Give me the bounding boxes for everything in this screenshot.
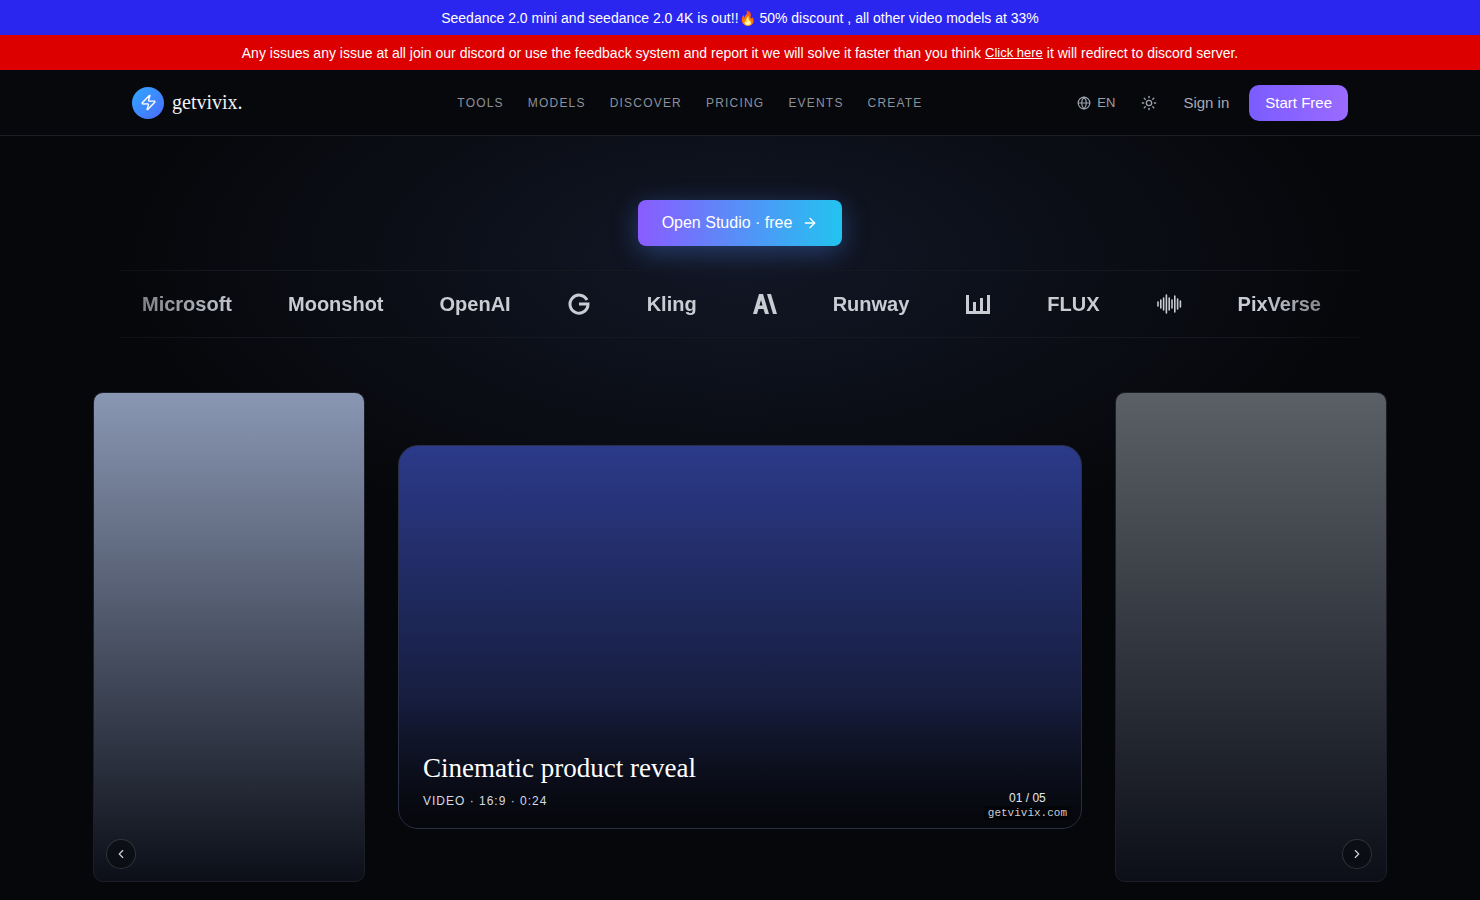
page: Seedance 2.0 mini and seedance 2.0 4K is… bbox=[0, 0, 1480, 900]
start-free-button[interactable]: Start Free bbox=[1249, 85, 1348, 121]
sign-in-link[interactable]: Sign in bbox=[1183, 94, 1229, 111]
previous-button[interactable] bbox=[106, 839, 136, 869]
google-logo-icon bbox=[567, 292, 591, 316]
partner-wordmark: Microsoft bbox=[142, 293, 232, 316]
nav-link[interactable]: CREATE bbox=[868, 96, 923, 110]
navbar: getvivix. TOOLS MODELS DISCOVER PRICING EVENT… bbox=[0, 70, 1480, 136]
globe-icon bbox=[1077, 96, 1091, 110]
bolt-icon bbox=[132, 87, 164, 119]
slide-caption: Cinematic product reveal VIDEO · 16:9 · 0… bbox=[423, 753, 696, 808]
nav-link[interactable]: DISCOVER bbox=[610, 96, 682, 110]
arrow-right-icon bbox=[802, 215, 818, 231]
watermark: getvivix.com bbox=[984, 806, 1071, 820]
partner-wordmark: FLUX bbox=[1047, 293, 1099, 316]
partner-logos: Microsoft Moonshot OpenAI Kling Runway FLUX Pi… bbox=[120, 270, 1360, 338]
notice-text: Any issues any issue at all join our dis… bbox=[242, 45, 981, 61]
language-label: EN bbox=[1097, 95, 1115, 110]
hero: Open Studio · free Microsoft Moonshot OpenA… bbox=[0, 136, 1480, 338]
partner-wordmark: PixVerse bbox=[1238, 293, 1321, 316]
nav-actions: EN Sign in Start Free bbox=[1077, 85, 1348, 121]
chevron-left-icon bbox=[114, 847, 128, 861]
notice-suffix: it will redirect to discord server. bbox=[1047, 45, 1238, 61]
showcase-carousel: Cinematic product reveal VIDEO · 16:9 · 0… bbox=[0, 392, 1480, 882]
nav-link[interactable]: MODELS bbox=[528, 96, 586, 110]
partner-wordmark: Kling bbox=[647, 293, 697, 316]
slide-title: Cinematic product reveal bbox=[423, 753, 696, 784]
brand[interactable]: getvivix. bbox=[132, 87, 243, 119]
next-button[interactable] bbox=[1342, 839, 1372, 869]
slide-counter: 01 / 05getvivix.com bbox=[984, 791, 1071, 820]
waveform-logo-icon bbox=[1156, 293, 1182, 315]
partner-wordmark: OpenAI bbox=[440, 293, 511, 316]
announcement-banner: Seedance 2.0 mini and seedance 2.0 4K is… bbox=[0, 0, 1480, 35]
nav-link[interactable]: PRICING bbox=[706, 96, 764, 110]
notice-banner: Any issues any issue at all join our dis… bbox=[0, 35, 1480, 70]
open-studio-label: Open Studio · free bbox=[662, 214, 793, 232]
language-switch[interactable]: EN bbox=[1077, 95, 1115, 110]
sun-icon bbox=[1141, 95, 1157, 111]
slide-meta: VIDEO · 16:9 · 0:24 bbox=[423, 794, 696, 808]
counter-text: 01 / 05 bbox=[1009, 791, 1046, 805]
nav-link[interactable]: TOOLS bbox=[457, 96, 503, 110]
showcase-slide[interactable] bbox=[1115, 392, 1387, 882]
discord-link[interactable]: Click here bbox=[985, 45, 1043, 60]
open-studio-button[interactable]: Open Studio · free bbox=[638, 200, 843, 246]
nav-links: TOOLS MODELS DISCOVER PRICING EVENTS CREATE bbox=[457, 96, 922, 110]
showcase-slide[interactable] bbox=[93, 392, 365, 882]
bars-logo-icon bbox=[965, 293, 991, 315]
anthropic-logo-icon bbox=[753, 294, 777, 314]
partner-wordmark: Runway bbox=[833, 293, 910, 316]
partner-wordmark: Moonshot bbox=[288, 293, 384, 316]
announcement-text: Seedance 2.0 mini and seedance 2.0 4K is… bbox=[441, 10, 1039, 26]
chevron-right-icon bbox=[1350, 847, 1364, 861]
theme-toggle[interactable] bbox=[1135, 95, 1163, 111]
brand-name: getvivix. bbox=[172, 91, 243, 114]
showcase-slide[interactable]: Cinematic product reveal VIDEO · 16:9 · 0… bbox=[398, 445, 1082, 829]
nav-link[interactable]: EVENTS bbox=[788, 96, 843, 110]
